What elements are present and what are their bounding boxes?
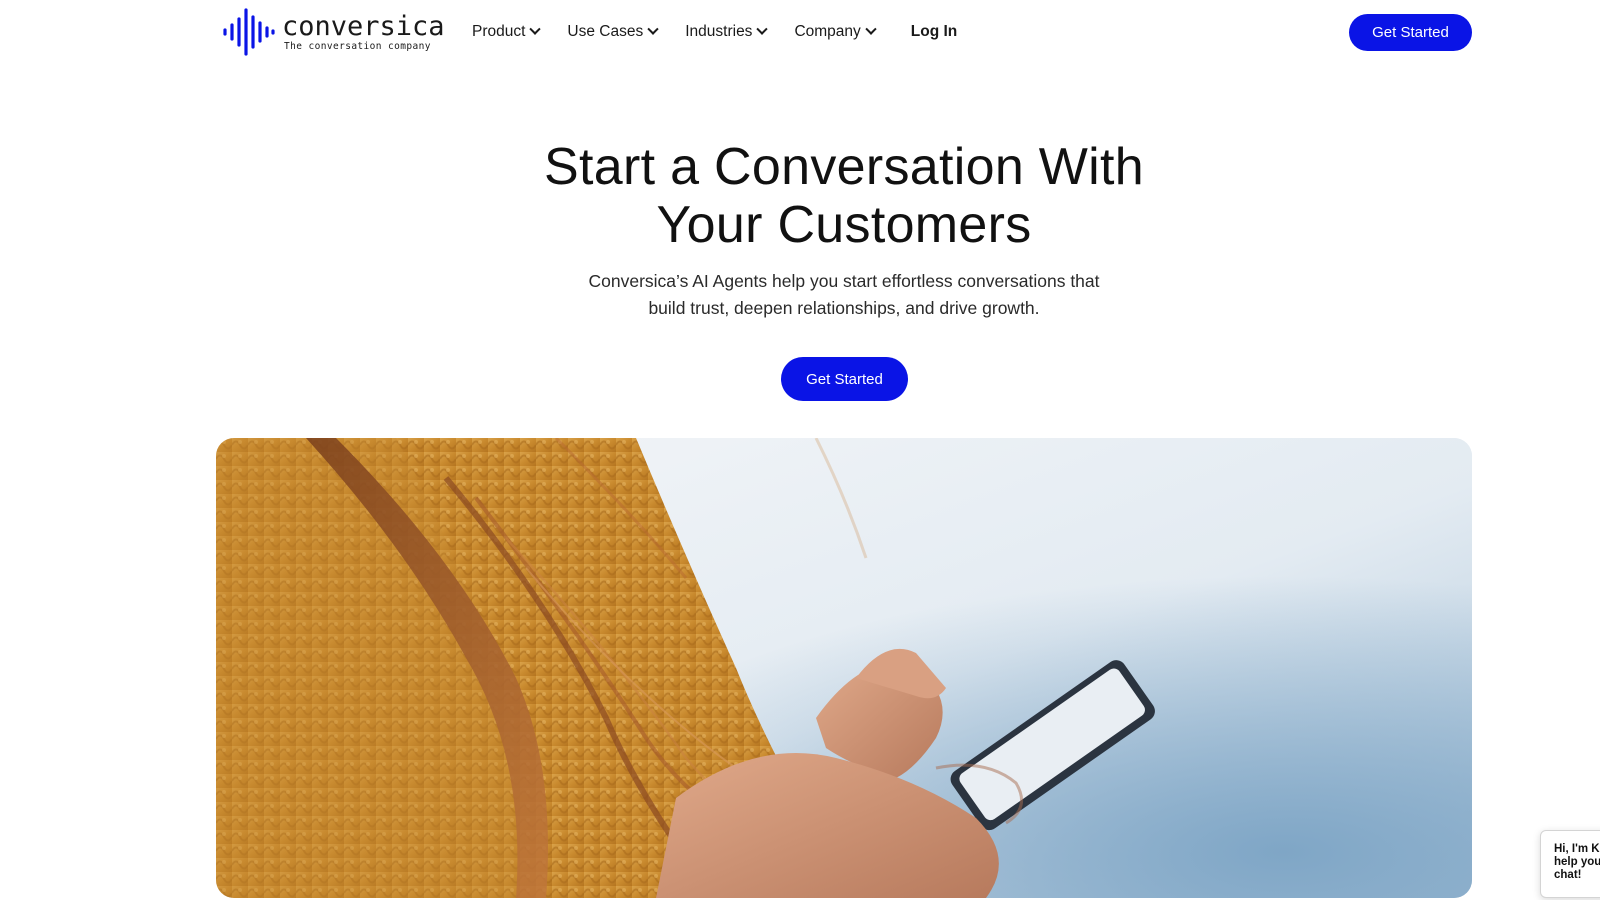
header-get-started-button[interactable]: Get Started xyxy=(1349,14,1472,51)
hero-get-started-button[interactable]: Get Started xyxy=(781,357,908,401)
chevron-down-icon xyxy=(647,23,659,35)
chat-widget-message: Hi, I'm K help you chat! xyxy=(1554,843,1600,881)
hero-subtitle-line-1: Conversica’s AI Agents help you start ef… xyxy=(588,271,1100,291)
main-nav: Product Use Cases Industries Company Log… xyxy=(472,0,957,64)
nav-item-use-cases[interactable]: Use Cases xyxy=(567,0,659,64)
hero-subtitle-line-2: build trust, deepen relationships, and d… xyxy=(648,298,1040,318)
nav-item-company[interactable]: Company xyxy=(794,0,877,64)
nav-item-label: Industries xyxy=(685,23,753,40)
chevron-down-icon xyxy=(529,23,542,35)
login-link[interactable]: Log In xyxy=(911,23,958,41)
nav-item-label: Product xyxy=(472,23,526,40)
brand-tagline: The conversation company xyxy=(284,40,431,52)
chevron-down-icon xyxy=(865,23,877,35)
nav-item-product[interactable]: Product xyxy=(472,0,542,64)
hero-title: Start a Conversation With Your Customers xyxy=(0,138,1600,254)
hero-subtitle: Conversica’s AI Agents help you start ef… xyxy=(570,268,1118,322)
nav-item-industries[interactable]: Industries xyxy=(685,0,769,64)
site-header: conversica The conversation company Prod… xyxy=(0,0,1600,64)
woman-holding-phone-illustration xyxy=(216,438,1472,898)
soundwave-icon xyxy=(222,8,276,56)
brand-logo[interactable]: conversica The conversation company xyxy=(222,8,445,56)
chevron-down-icon xyxy=(756,23,769,35)
brand-name: conversica xyxy=(282,10,445,42)
hero-image xyxy=(216,438,1472,898)
nav-item-label: Company xyxy=(794,23,861,40)
hero-title-line-2: Your Customers xyxy=(656,196,1032,254)
chat-widget[interactable]: Hi, I'm K help you chat! xyxy=(1540,830,1600,898)
hero-title-line-1: Start a Conversation With xyxy=(544,138,1144,196)
nav-item-label: Use Cases xyxy=(567,23,644,40)
